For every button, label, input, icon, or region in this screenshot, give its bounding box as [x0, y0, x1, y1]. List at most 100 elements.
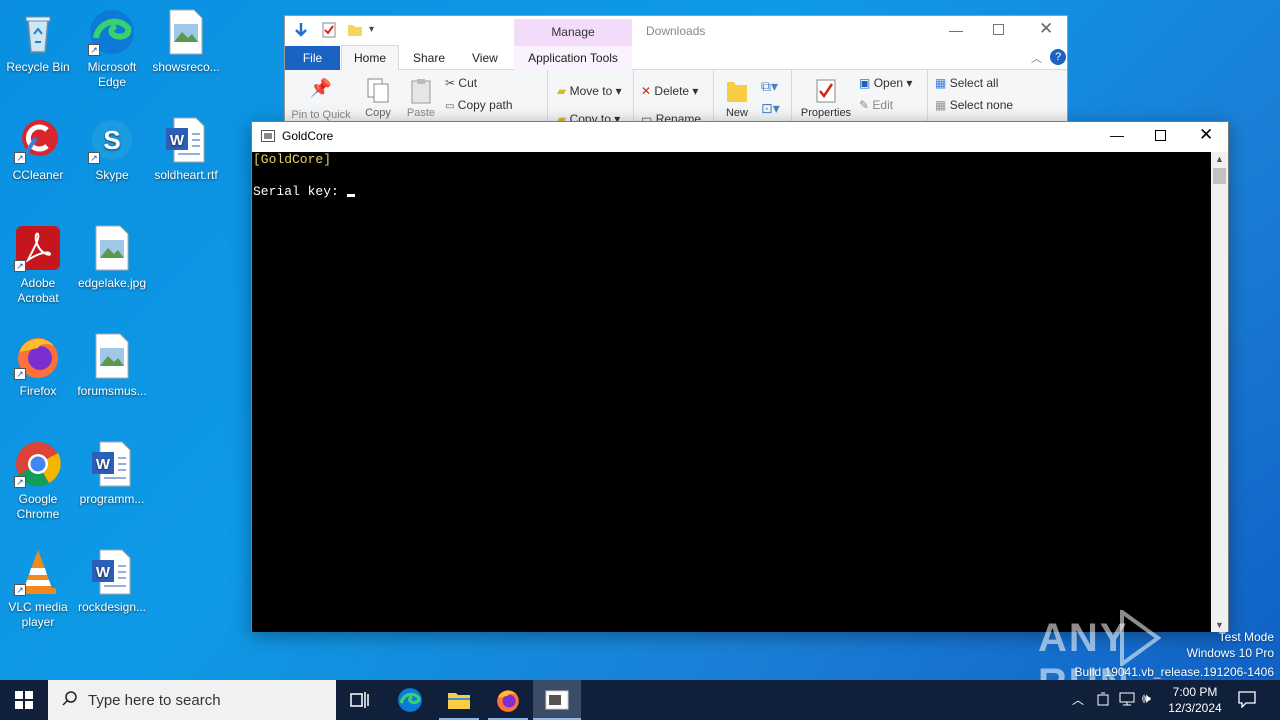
image-file-icon — [162, 8, 210, 56]
taskbar-file-explorer-button[interactable] — [435, 680, 483, 720]
move-to-button[interactable]: ▰ Move to ▾ — [557, 84, 622, 98]
console-window[interactable]: GoldCore — ✕ [GoldCore] Serial key: ▲ ▼ — [251, 121, 1229, 632]
device-icon[interactable] — [1096, 691, 1110, 712]
maximize-icon[interactable] — [1155, 130, 1166, 141]
edit-button[interactable]: ✎ Edit — [859, 98, 893, 112]
properties-button[interactable]: Properties — [799, 78, 853, 119]
console-app-icon — [261, 130, 275, 142]
copy-button[interactable]: Copy — [363, 78, 393, 119]
taskbar-search[interactable]: Type here to search — [48, 680, 336, 720]
desktop-icon-label: soldheart.rtf — [154, 168, 218, 182]
tab-view[interactable]: View — [472, 46, 498, 70]
new-item-icon[interactable]: ⧉▾ — [761, 78, 778, 95]
console-title-bar[interactable]: GoldCore — ✕ — [252, 122, 1228, 152]
vlc-icon: ↗ — [14, 548, 62, 596]
explorer-title-bar[interactable]: ▾ Manage Downloads — ✕ — [285, 16, 1067, 46]
delete-button[interactable]: ✕ Delete ▾ — [641, 84, 698, 98]
minimize-icon[interactable]: — — [949, 22, 963, 38]
network-icon[interactable] — [1119, 692, 1135, 711]
maximize-icon[interactable] — [993, 24, 1004, 35]
desktop-icon-skype[interactable]: S ↗ Skype — [74, 116, 150, 183]
desktop-icon-label: Google Chrome — [16, 492, 60, 521]
ribbon-home: 📌 Pin to Quick Copy Paste ✂ Cut ▭ Copy p… — [285, 70, 1067, 126]
microsoft-edge-icon — [398, 688, 422, 712]
select-all-button[interactable]: ▦ Select all — [935, 76, 998, 90]
recycle-bin-icon — [14, 8, 62, 56]
desktop-icon-ccleaner[interactable]: ↗ CCleaner — [0, 116, 76, 183]
ribbon-divider — [633, 70, 634, 126]
tab-application-tools[interactable]: Application Tools — [514, 46, 632, 70]
help-icon[interactable]: ? — [1050, 49, 1066, 65]
shortcut-arrow-icon: ↗ — [88, 152, 100, 164]
desktop-icon-showsreco[interactable]: showsreco... — [148, 8, 224, 75]
scroll-up-icon[interactable]: ▲ — [1215, 154, 1224, 164]
easy-access-icon[interactable]: ⊡▾ — [761, 100, 780, 117]
file-explorer-window[interactable]: ▾ Manage Downloads — ✕ File Home Share V… — [284, 15, 1068, 126]
properties-icon — [799, 78, 853, 107]
pin-icon: 📌 — [309, 78, 333, 98]
desktop-icon-forumsmus[interactable]: forumsmus... — [74, 332, 150, 399]
taskbar-edge-button[interactable] — [386, 680, 434, 720]
minimize-icon[interactable]: — — [1110, 127, 1124, 143]
new-folder-button[interactable]: New — [721, 78, 753, 119]
tab-file[interactable]: File — [285, 46, 340, 70]
collapse-ribbon-icon[interactable]: ︿ — [1031, 50, 1042, 66]
firefox-icon: ↗ — [14, 332, 62, 380]
taskbar-firefox-button[interactable] — [484, 680, 532, 720]
taskbar-console-button[interactable] — [533, 680, 581, 720]
desktop-icon-edgelake[interactable]: edgelake.jpg — [74, 224, 150, 291]
scrollbar-thumb[interactable] — [1213, 168, 1226, 184]
console-title: GoldCore — [282, 129, 334, 143]
desktop-icon-firefox[interactable]: ↗ Firefox — [0, 332, 76, 399]
desktop-icon-programm[interactable]: W programm... — [74, 440, 150, 507]
build-text: Build 19041.vb_release.191206-1406 — [1074, 665, 1275, 679]
close-icon[interactable]: ✕ — [1199, 125, 1213, 145]
desktop-icon-microsoft-edge[interactable]: ↗ Microsoft Edge — [74, 8, 150, 90]
image-file-icon — [88, 332, 136, 380]
close-icon[interactable]: ✕ — [1039, 19, 1053, 39]
task-view-button[interactable] — [336, 680, 384, 720]
tab-home[interactable]: Home — [341, 45, 399, 70]
console-scrollbar[interactable]: ▲ ▼ — [1211, 152, 1228, 632]
console-output[interactable]: [GoldCore] Serial key: — [252, 152, 1212, 632]
cut-button[interactable]: ✂ Cut — [445, 76, 477, 90]
desktop-icon-label: Adobe Acrobat — [17, 276, 59, 305]
paste-button[interactable]: Paste — [405, 78, 437, 119]
desktop-icon-vlc[interactable]: ↗ VLC media player — [0, 548, 76, 630]
ribbon-divider — [927, 70, 928, 126]
desktop-icon-label: Microsoft Edge — [87, 60, 137, 89]
desktop-icon-recycle-bin[interactable]: Recycle Bin — [0, 8, 76, 75]
properties-quick-icon[interactable] — [321, 22, 337, 41]
desktop-icon-label: edgelake.jpg — [77, 276, 147, 290]
google-chrome-icon: ↗ — [14, 440, 62, 488]
manage-context-tab[interactable]: Manage — [514, 19, 632, 46]
select-none-button[interactable]: ▦ Select none — [935, 98, 1013, 112]
desktop-icon-adobe-acrobat[interactable]: ↗ Adobe Acrobat — [0, 224, 76, 306]
clock-date: 12/3/2024 — [1168, 701, 1222, 715]
select-none-icon: ▦ — [935, 98, 947, 112]
notification-icon[interactable] — [1238, 690, 1256, 713]
copy-path-button[interactable]: ▭ Copy path — [445, 98, 513, 112]
task-view-icon — [350, 692, 369, 708]
chevron-up-icon[interactable]: ︿ — [1072, 691, 1084, 708]
microsoft-edge-icon: ↗ — [88, 8, 136, 56]
start-button[interactable] — [0, 680, 48, 720]
customize-toolbar-icon[interactable]: ▾ — [369, 24, 374, 35]
desktop-icon-rockdesign[interactable]: W rockdesign... — [74, 548, 150, 615]
desktop-icon-soldheart[interactable]: W soldheart.rtf — [148, 116, 224, 183]
console-header-line: [GoldCore] — [253, 152, 332, 167]
new-folder-quick-icon[interactable] — [347, 22, 363, 41]
desktop-icon-label: Firefox — [19, 384, 57, 398]
pin-to-quick-access-button[interactable]: 📌 Pin to Quick — [291, 78, 351, 121]
console-prompt-line[interactable]: Serial key: — [253, 184, 355, 200]
firefox-icon — [497, 690, 519, 712]
open-button[interactable]: ▣ Open ▾ — [859, 76, 912, 90]
explorer-window-title: Downloads — [646, 24, 706, 38]
volume-icon[interactable]: 🕪 — [1142, 690, 1151, 707]
desktop-icon-google-chrome[interactable]: ↗ Google Chrome — [0, 440, 76, 522]
desktop-icon-label: Recycle Bin — [6, 60, 70, 74]
word-document-icon: W — [162, 116, 210, 164]
tab-share[interactable]: Share — [413, 46, 445, 70]
taskbar-clock[interactable]: 7:00 PM 12/3/2024 — [1164, 684, 1226, 716]
ccleaner-icon: ↗ — [14, 116, 62, 164]
